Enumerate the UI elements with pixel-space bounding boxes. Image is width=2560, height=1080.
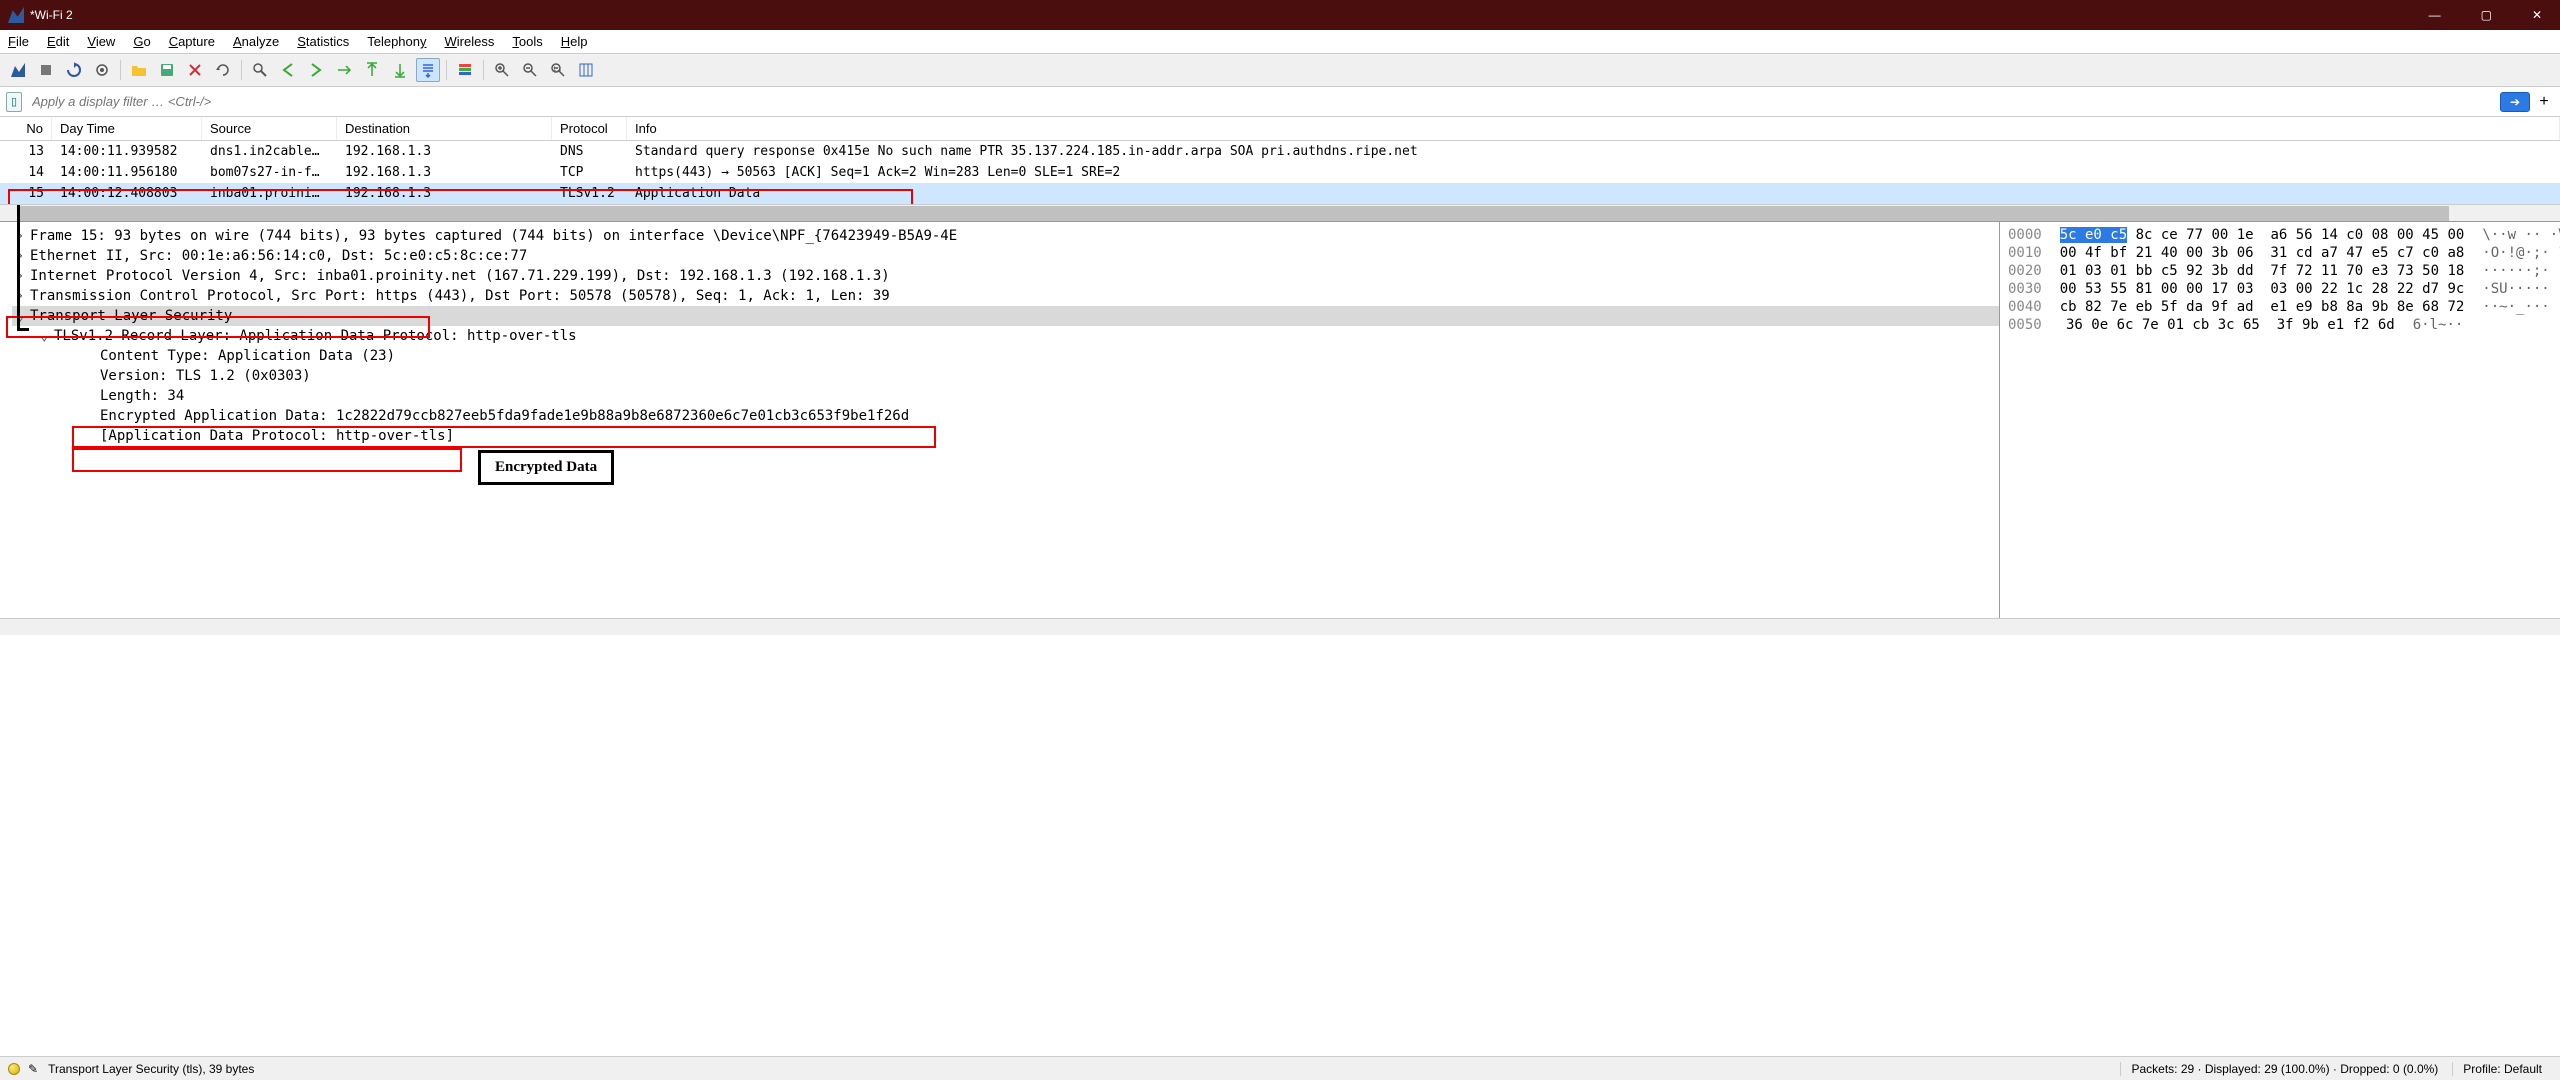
close-file-button[interactable] [183, 58, 207, 82]
go-to-packet-button[interactable] [332, 58, 356, 82]
col-no[interactable]: No [0, 117, 52, 140]
detail-ethernet[interactable]: ›Ethernet II, Src: 00:1e:a6:56:14:c0, Ds… [12, 246, 1999, 266]
zoom-reset-button[interactable]: 1:1 [546, 58, 570, 82]
find-packet-button[interactable] [248, 58, 272, 82]
menu-telephony[interactable]: Telephony [367, 34, 426, 49]
col-time[interactable]: Day Time [52, 117, 202, 140]
menu-help[interactable]: Help [561, 34, 588, 49]
display-filter-bar: ▯ ➔ + [0, 87, 2560, 117]
packet-details-pane[interactable]: ›Frame 15: 93 bytes on wire (744 bits), … [0, 222, 2000, 622]
details-hscroll[interactable] [0, 618, 2000, 635]
packet-list-header: No Day Time Source Destination Protocol … [0, 117, 2560, 141]
minimize-button[interactable]: — [2419, 4, 2451, 26]
main-toolbar: 1:1 [0, 54, 2560, 87]
go-first-button[interactable] [360, 58, 384, 82]
capture-options-button[interactable] [90, 58, 114, 82]
status-bar: ✎ Transport Layer Security (tls), 39 byt… [0, 1056, 2560, 1080]
detail-encrypted-data[interactable]: Encrypted Application Data: 1c2822d79ccb… [12, 406, 1999, 426]
title-bar: *Wi-Fi 2 — ▢ ✕ [0, 0, 2560, 30]
start-capture-button[interactable] [6, 58, 30, 82]
bookmark-filter-icon[interactable]: ▯ [6, 92, 22, 112]
hex-row[interactable]: 003000 53 55 81 00 00 17 03 03 00 22 1c … [2008, 280, 2552, 298]
svg-text:1:1: 1:1 [553, 67, 562, 73]
annotation-label-box: Encrypted Data [478, 450, 614, 485]
hex-row[interactable]: 005036 0e 6c 7e 01 cb 3c 65 3f 9b e1 f2 … [2008, 316, 2552, 334]
status-packets: Packets: 29 · Displayed: 29 (100.0%) · D… [2120, 1062, 2448, 1076]
annotation-connector-line [17, 205, 20, 330]
detail-tls[interactable]: ⌄Transport Layer Security [12, 306, 1999, 326]
window-title: *Wi-Fi 2 [30, 8, 73, 22]
packet-row[interactable]: 1314:00:11.939582dns1.in2cable…192.168.1… [0, 141, 2560, 162]
go-last-button[interactable] [388, 58, 412, 82]
menu-wireless[interactable]: Wireless [445, 34, 495, 49]
colorize-button[interactable] [453, 58, 477, 82]
apply-filter-button[interactable]: ➔ [2500, 92, 2530, 112]
status-protocol: Transport Layer Security (tls), 39 bytes [48, 1062, 254, 1076]
col-info[interactable]: Info [627, 117, 2560, 140]
resize-columns-button[interactable] [574, 58, 598, 82]
detail-length[interactable]: Length: 34 [12, 386, 1999, 406]
packet-list-hscroll[interactable] [0, 204, 2560, 221]
annotation-highlight-adp [72, 448, 462, 472]
menu-view[interactable]: View [87, 34, 115, 49]
annotation-connector-line [17, 328, 29, 331]
zoom-out-button[interactable] [518, 58, 542, 82]
expert-info-icon[interactable] [8, 1063, 20, 1075]
separator [120, 60, 121, 80]
menu-edit[interactable]: Edit [47, 34, 69, 49]
detail-ip[interactable]: ›Internet Protocol Version 4, Src: inba0… [12, 266, 1999, 286]
reload-file-button[interactable] [211, 58, 235, 82]
detail-content-type[interactable]: Content Type: Application Data (23) [12, 346, 1999, 366]
hex-row[interactable]: 00005c e0 c5 8c ce 77 00 1e a6 56 14 c0 … [2008, 226, 2552, 244]
detail-frame[interactable]: ›Frame 15: 93 bytes on wire (744 bits), … [12, 226, 1999, 246]
packet-row[interactable]: 1514:00:12.408803inba01.proini…192.168.1… [0, 183, 2560, 204]
menu-bar: File Edit View Go Capture Analyze Statis… [0, 30, 2560, 54]
display-filter-input[interactable] [26, 90, 2496, 113]
go-back-button[interactable] [276, 58, 300, 82]
go-forward-button[interactable] [304, 58, 328, 82]
menu-capture[interactable]: Capture [169, 34, 215, 49]
packet-list-pane[interactable]: No Day Time Source Destination Protocol … [0, 117, 2560, 222]
auto-scroll-button[interactable] [416, 58, 440, 82]
hex-dump-pane[interactable]: 00005c e0 c5 8c ce 77 00 1e a6 56 14 c0 … [2000, 222, 2560, 622]
col-source[interactable]: Source [202, 117, 337, 140]
shark-fin-icon [8, 7, 24, 23]
detail-version[interactable]: Version: TLS 1.2 (0x0303) [12, 366, 1999, 386]
open-file-button[interactable] [127, 58, 151, 82]
separator [483, 60, 484, 80]
stop-capture-button[interactable] [34, 58, 58, 82]
separator [446, 60, 447, 80]
close-button[interactable]: ✕ [2522, 4, 2552, 26]
hex-row[interactable]: 001000 4f bf 21 40 00 3b 06 31 cd a7 47 … [2008, 244, 2552, 262]
save-file-button[interactable] [155, 58, 179, 82]
add-filter-button[interactable]: + [2534, 93, 2554, 111]
separator [241, 60, 242, 80]
col-protocol[interactable]: Protocol [552, 117, 627, 140]
menu-analyze[interactable]: Analyze [233, 34, 279, 49]
hex-row[interactable]: 002001 03 01 bb c5 92 3b dd 7f 72 11 70 … [2008, 262, 2552, 280]
col-destination[interactable]: Destination [337, 117, 552, 140]
status-profile[interactable]: Profile: Default [2452, 1062, 2552, 1076]
menu-go[interactable]: Go [133, 34, 150, 49]
edit-icon[interactable]: ✎ [28, 1062, 38, 1076]
packet-row[interactable]: 1414:00:11.956180bom07s27-in-f…192.168.1… [0, 162, 2560, 183]
zoom-in-button[interactable] [490, 58, 514, 82]
menu-tools[interactable]: Tools [512, 34, 542, 49]
hex-hscroll[interactable] [2000, 618, 2560, 635]
detail-tls-record[interactable]: ⌄TLSv1.2 Record Layer: Application Data … [12, 326, 1999, 346]
detail-tcp[interactable]: ›Transmission Control Protocol, Src Port… [12, 286, 1999, 306]
maximize-button[interactable]: ▢ [2471, 4, 2502, 26]
detail-app-data-protocol[interactable]: [Application Data Protocol: http-over-tl… [12, 426, 1999, 446]
restart-capture-button[interactable] [62, 58, 86, 82]
menu-statistics[interactable]: Statistics [297, 34, 349, 49]
hex-row[interactable]: 0040cb 82 7e eb 5f da 9f ad e1 e9 b8 8a … [2008, 298, 2552, 316]
menu-file[interactable]: File [8, 34, 29, 49]
